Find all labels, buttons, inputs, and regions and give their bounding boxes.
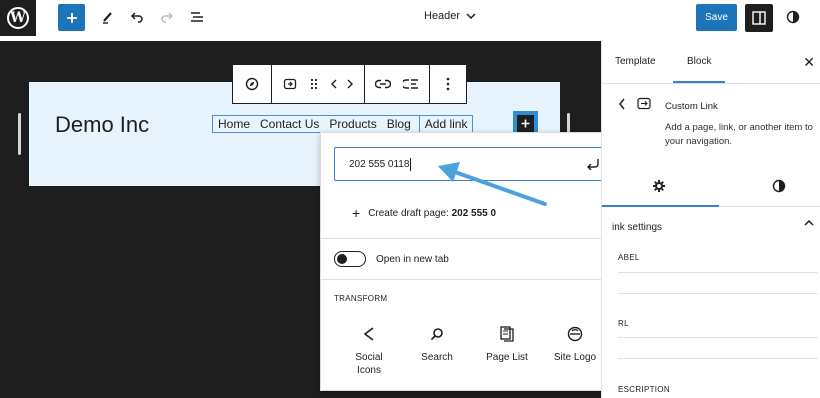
- site-logo-icon: [567, 323, 583, 345]
- compass-icon[interactable]: [238, 69, 266, 99]
- list-view-icon[interactable]: [186, 6, 208, 28]
- open-new-tab-row: Open in new tab: [334, 251, 449, 267]
- open-new-tab-toggle[interactable]: [334, 251, 366, 267]
- save-button[interactable]: Save: [696, 4, 737, 31]
- submit-link-icon[interactable]: [585, 156, 601, 172]
- plus-icon: [66, 12, 77, 23]
- url-field[interactable]: [618, 337, 818, 359]
- document-title[interactable]: Header: [424, 10, 476, 22]
- link-icon[interactable]: [369, 69, 397, 99]
- site-title[interactable]: Demo Inc: [55, 112, 149, 138]
- share-icon: [362, 323, 376, 345]
- transform-label: Page List: [486, 352, 528, 363]
- block-name: Custom Link: [665, 101, 718, 112]
- close-icon[interactable]: ✕: [803, 54, 815, 71]
- document-title-text: Header: [424, 10, 461, 22]
- plus-icon: [521, 119, 530, 128]
- page-list-icon: [500, 323, 514, 345]
- active-tab-indicator: [673, 81, 725, 83]
- active-subtab-indicator: [602, 205, 719, 207]
- undo-icon[interactable]: [126, 6, 148, 28]
- move-arrows-icon[interactable]: [324, 69, 360, 99]
- link-url-input[interactable]: 202 555 0118: [334, 147, 610, 181]
- chevron-up-icon[interactable]: [804, 219, 814, 226]
- block-card: [618, 97, 654, 116]
- sidebar-subtabs: [602, 169, 820, 207]
- link-settings-heading[interactable]: ink settings: [612, 222, 662, 233]
- drag-handle-icon[interactable]: [304, 69, 324, 99]
- settings-sidebar: Template Block ✕ Custom Link Add a page,…: [601, 41, 820, 398]
- create-draft-page-option[interactable]: + Create draft page: 202 555 0: [352, 205, 496, 221]
- nav-item-products[interactable]: Products: [324, 116, 381, 132]
- description-field-label: ESCRIPTION: [618, 385, 670, 394]
- styles-half-circle-icon[interactable]: [772, 179, 786, 198]
- transform-label: Site Logo: [553, 352, 597, 363]
- link-block-icon[interactable]: [276, 69, 304, 99]
- nav-item-contact-us[interactable]: Contact Us: [255, 116, 324, 132]
- back-chevron-icon[interactable]: [618, 97, 654, 111]
- text-cursor: [410, 157, 412, 171]
- transform-search[interactable]: Search: [407, 323, 467, 364]
- transform-page-list[interactable]: Page List: [477, 323, 537, 364]
- divider: [321, 279, 621, 280]
- resize-handle-left[interactable]: [18, 113, 21, 155]
- redo-icon[interactable]: [156, 6, 178, 28]
- nav-item-blog[interactable]: Blog: [382, 116, 416, 132]
- chevron-down-icon: [466, 12, 476, 19]
- link-control-popover: 202 555 0118 + Create draft page: 202 55…: [320, 132, 622, 391]
- label-field-label: ABEL: [618, 253, 640, 262]
- open-new-tab-label: Open in new tab: [376, 253, 449, 265]
- settings-gear-icon[interactable]: [652, 179, 666, 198]
- block-description: Add a page, link, or another item to you…: [665, 122, 813, 147]
- transform-site-logo[interactable]: Site Logo: [545, 323, 605, 364]
- block-toolbar: [232, 64, 467, 104]
- search-icon: [430, 323, 444, 345]
- more-options-icon[interactable]: [434, 69, 462, 99]
- block-inserter-button[interactable]: [58, 4, 85, 31]
- transform-label: Social Icons: [355, 352, 383, 376]
- sidebar-toggle-icon: [752, 11, 766, 25]
- styles-button[interactable]: [782, 6, 804, 28]
- navigation-block[interactable]: Home Contact Us Products Blog Add link: [212, 115, 474, 133]
- settings-toggle-button[interactable]: [745, 4, 773, 32]
- half-circle-icon: [786, 10, 800, 24]
- transform-social-icons[interactable]: Social Icons: [339, 323, 399, 377]
- wordpress-logo-icon[interactable]: W: [0, 0, 36, 36]
- plus-icon: +: [352, 205, 361, 221]
- label-field[interactable]: [618, 272, 818, 294]
- transform-heading: TRANSFORM: [334, 294, 388, 303]
- link-url-value: 202 555 0118: [349, 158, 410, 170]
- submenu-icon[interactable]: [397, 69, 425, 99]
- pencil-icon[interactable]: [97, 6, 119, 28]
- nav-item-add-link[interactable]: Add link: [418, 115, 474, 133]
- transform-label: Search: [421, 352, 453, 363]
- url-field-label: RL: [618, 319, 629, 328]
- draft-text: Create draft page: 202 555 0: [368, 207, 497, 219]
- top-toolbar: W Header Save: [0, 0, 820, 41]
- nav-item-home[interactable]: Home: [213, 116, 255, 132]
- sidebar-tabs: Template Block ✕: [602, 41, 820, 84]
- divider: [321, 238, 621, 239]
- tab-template[interactable]: Template: [615, 56, 656, 67]
- tab-block[interactable]: Block: [687, 56, 711, 67]
